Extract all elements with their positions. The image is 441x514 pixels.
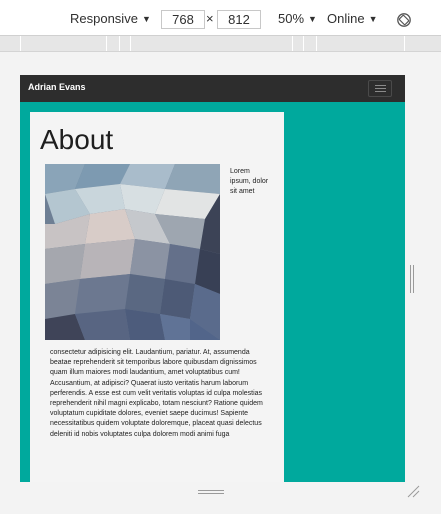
chevron-down-icon: ▼ (308, 14, 317, 24)
width-input[interactable]: 768 (161, 10, 205, 29)
resize-corner-icon[interactable] (406, 484, 420, 498)
horizontal-resize-handle[interactable] (198, 490, 224, 496)
device-toolbar: Responsive ▼ 768 × 812 50% ▼ Online ▼ (0, 0, 441, 36)
height-input[interactable]: 812 (217, 10, 261, 29)
chevron-down-icon: ▼ (368, 14, 378, 24)
hamburger-icon[interactable] (368, 80, 392, 97)
site-navbar: Adrian Evans (20, 75, 405, 102)
ruler-tick (119, 36, 120, 51)
device-select-label: Responsive (70, 11, 138, 26)
rotate-icon[interactable] (396, 12, 412, 28)
zoom-select-label: 50% (278, 11, 305, 26)
emulation-stage: Adrian Evans About Lorem ipsum, dolor si… (0, 52, 441, 514)
ruler-tick (303, 36, 304, 51)
ruler-tick (106, 36, 107, 51)
zoom-select[interactable]: 50% ▼ (278, 10, 317, 28)
emulated-viewport[interactable]: Adrian Evans About Lorem ipsum, dolor si… (20, 75, 405, 482)
page-title: About (40, 124, 114, 155)
ruler-tick (404, 36, 405, 51)
ruler-tick (292, 36, 293, 51)
site-brand[interactable]: Adrian Evans (28, 82, 86, 92)
ruler-tick (20, 36, 21, 51)
dimension-separator: × (206, 11, 214, 26)
chevron-down-icon: ▼ (141, 14, 151, 24)
vertical-resize-handle[interactable] (409, 265, 416, 293)
network-throttle-select[interactable]: Online ▼ (327, 10, 378, 28)
device-select[interactable]: Responsive ▼ (70, 10, 151, 28)
intro-text: Lorem ipsum, dolor sit amet (230, 168, 269, 195)
media-query-bar[interactable] (0, 36, 441, 52)
about-body-text: consectetur adipisicing elit. Laudantium… (50, 349, 263, 438)
network-select-label: Online (327, 11, 365, 26)
ruler-tick (316, 36, 317, 51)
ruler-tick (130, 36, 131, 51)
low-poly-photo (45, 164, 220, 340)
about-card: About Lorem ipsum, dolor sit amet consec… (30, 112, 284, 482)
